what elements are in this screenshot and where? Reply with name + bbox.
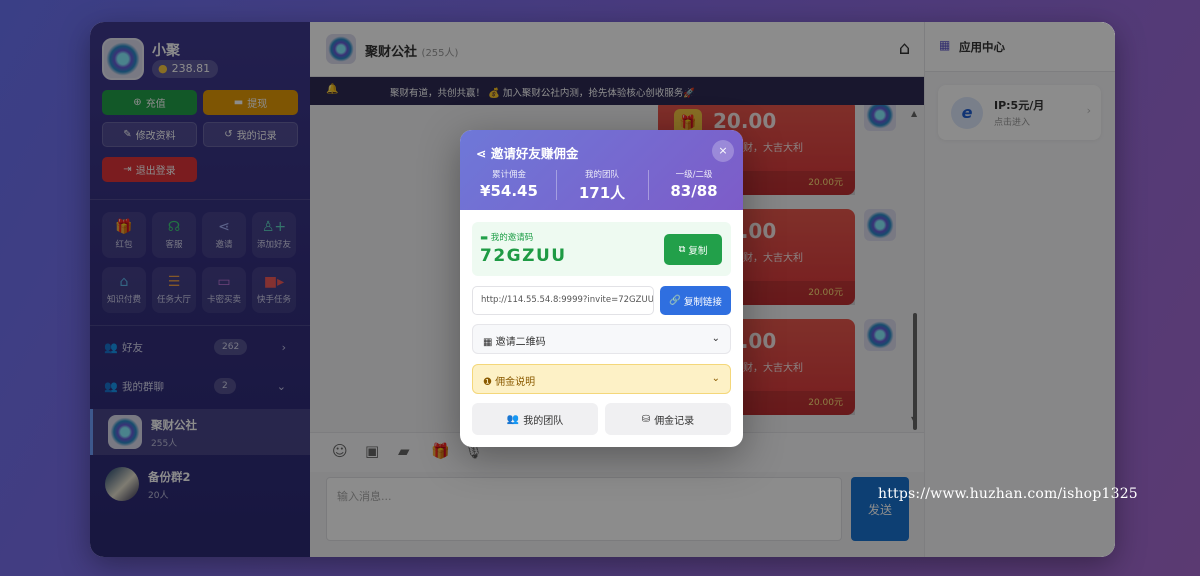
copy-icon: ⧉ xyxy=(678,244,686,255)
info-accordion-label: ❶ 佣金说明 xyxy=(483,373,535,388)
stat-label: 一级/二级 xyxy=(675,170,713,180)
commission-records-label: 佣金记录 xyxy=(654,415,695,427)
stat-levels: 一级/二级 83/88 xyxy=(647,168,741,200)
invite-code-box: ▬ 我的邀请码 72GZUU ⧉ 复制 xyxy=(472,222,731,276)
invite-code-label: ▬ 我的邀请码 xyxy=(480,231,533,243)
invite-code-label-text: 我的邀请码 xyxy=(490,233,534,243)
users-icon: 👥 xyxy=(506,413,520,425)
invite-modal: ⋖ 邀请好友赚佣金 × 累计佣金 ¥54.45 我的团队 171人 一级/二级 … xyxy=(460,130,743,447)
commission-info-accordion[interactable]: ❶ 佣金说明 ⌄ xyxy=(472,364,731,394)
modal-header: ⋖ 邀请好友赚佣金 × 累计佣金 ¥54.45 我的团队 171人 一级/二级 … xyxy=(460,130,743,210)
modal-title: ⋖ 邀请好友赚佣金 xyxy=(476,143,578,162)
stat-label: 我的团队 xyxy=(584,170,619,180)
invite-code: 72GZUU xyxy=(480,246,567,266)
copy-link-label: 复制链接 xyxy=(683,296,722,308)
copy-link-button[interactable]: 🔗 复制链接 xyxy=(660,286,731,315)
stat-value: 171人 xyxy=(578,184,626,202)
stat-value: ¥54.45 xyxy=(480,182,538,200)
qr-code-accordion[interactable]: ▦ 邀请二维码 ⌄ xyxy=(472,324,731,354)
stat-total-commission: 累计佣金 ¥54.45 xyxy=(462,168,556,200)
ticket-icon: ▬ xyxy=(480,233,491,243)
modal-title-text: 邀请好友赚佣金 xyxy=(490,146,579,161)
qr-accordion-label: ▦ 邀请二维码 xyxy=(483,333,546,348)
stat-value: 83/88 xyxy=(670,182,718,200)
stat-my-team: 我的团队 171人 xyxy=(555,168,649,203)
info-icon: ❶ xyxy=(483,377,496,388)
close-icon[interactable]: × xyxy=(712,140,734,162)
link-icon: 🔗 xyxy=(669,295,681,306)
commission-records-button[interactable]: ⛁ 佣金记录 xyxy=(605,403,731,435)
coins-icon: ⛁ xyxy=(641,413,651,425)
share-icon: ⋖ xyxy=(476,146,491,161)
copy-code-button[interactable]: ⧉ 复制 xyxy=(664,234,722,265)
chevron-down-icon: ⌄ xyxy=(711,373,720,384)
info-label-text: 佣金说明 xyxy=(495,377,536,388)
invite-link-field[interactable]: http://114.55.54.8:9999?invite=72GZUU xyxy=(472,286,654,315)
qrcode-icon: ▦ xyxy=(483,337,496,348)
watermark: https://www.huzhan.com/ishop1325 xyxy=(878,486,1138,502)
stat-label: 累计佣金 xyxy=(491,170,526,180)
copy-label: 复制 xyxy=(688,245,708,257)
my-team-button[interactable]: 👥 我的团队 xyxy=(472,403,598,435)
chevron-down-icon: ⌄ xyxy=(711,333,720,344)
my-team-label: 我的团队 xyxy=(523,415,564,427)
qr-label-text: 邀请二维码 xyxy=(495,337,546,348)
